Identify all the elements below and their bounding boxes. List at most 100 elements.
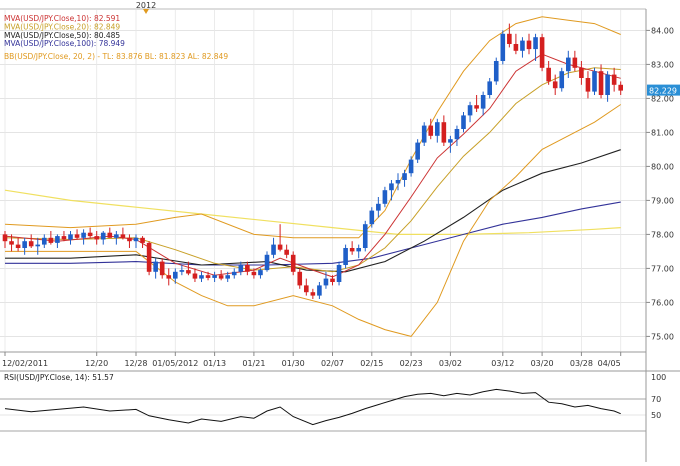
legend-entry-4: BB(USD/JPY.Close, 20, 2) - TL: 83.876 BL… (4, 52, 228, 61)
candle-body-54 (356, 248, 361, 252)
candle-body-16 (107, 232, 113, 238)
candle-body-45 (297, 271, 303, 286)
candle-body-4 (28, 241, 34, 247)
candle-body-62 (408, 159, 414, 174)
candle-body-65 (428, 125, 434, 136)
candle-body-29 (192, 273, 198, 279)
chart-svg: 2012 75.00 76.00 77.00 78.00 79.00 80.00 81.00… (0, 0, 680, 462)
candle-body-58 (382, 190, 388, 204)
candle-body-42 (277, 244, 283, 250)
candle-body-89 (585, 78, 591, 92)
candle-body-38 (251, 271, 257, 276)
x-tick-label-8: 02/15 (360, 359, 383, 368)
candle-body-70 (461, 115, 466, 129)
x-tick-label-0: 12/02/2011 (2, 359, 48, 368)
candle-body-35 (231, 271, 237, 276)
candle-body-44 (290, 254, 296, 272)
candle-body-2 (15, 244, 21, 248)
candle-body-67 (441, 122, 447, 143)
candle-body-26 (173, 271, 178, 279)
rsi-tick-label-1: 70 (651, 395, 661, 404)
candle-body-14 (94, 236, 99, 240)
candle-body-28 (186, 270, 191, 274)
candle-body-17 (114, 234, 119, 238)
candle-body-7 (48, 237, 54, 243)
candle-body-60 (395, 180, 401, 184)
candle-body-59 (389, 183, 394, 191)
candle-body-63 (415, 142, 420, 160)
candle-body-34 (225, 275, 230, 279)
y-tick-label-4: 79.00 (651, 196, 674, 205)
x-tick-label-3: 01/05/2012 (152, 359, 198, 368)
candle-body-79 (520, 40, 525, 51)
candle-body-10 (68, 234, 73, 240)
candle-body-46 (304, 285, 309, 293)
candle-body-22 (146, 242, 152, 272)
candle-body-47 (310, 292, 316, 296)
y-tick-label-7: 82.00 (651, 94, 674, 103)
candle-body-48 (317, 285, 322, 296)
candle-body-52 (343, 248, 348, 265)
x-tick-label-2: 12/28 (124, 359, 147, 368)
y-tick-label-3: 78.00 (651, 230, 674, 239)
candle-body-55 (362, 224, 368, 248)
candle-body-3 (22, 241, 27, 248)
candle-body-92 (605, 74, 610, 95)
candle-body-69 (454, 129, 460, 140)
rsi-tick-label-0: 50 (651, 411, 661, 420)
last-price-text: 82.229 (649, 87, 677, 96)
candle-body-36 (238, 265, 244, 272)
x-tick-label-9: 02/23 (400, 359, 423, 368)
candle-body-91 (598, 71, 604, 95)
candle-body-73 (480, 95, 486, 109)
candle-body-37 (245, 265, 250, 272)
candle-body-86 (566, 57, 571, 72)
candle-body-6 (42, 237, 47, 245)
last-price-tag: 82.229 (647, 84, 680, 96)
candle-body-27 (179, 270, 185, 272)
candle-body-13 (87, 232, 93, 237)
candle-body-20 (133, 237, 139, 242)
candle-body-9 (61, 236, 67, 240)
candle-body-53 (349, 248, 355, 252)
rsi-tick-label-2: 100 (651, 373, 666, 382)
candle-body-41 (271, 244, 276, 255)
legend-entry-3: MVA(USD/JPY.Close,100): 78.949 (4, 39, 125, 48)
candle-body-32 (212, 275, 217, 278)
candle-body-25 (166, 275, 172, 279)
x-tick-label-10: 03/02 (439, 359, 462, 368)
candle-body-75 (493, 61, 499, 82)
candle-body-84 (552, 81, 558, 89)
candle-body-94 (618, 84, 623, 91)
candle-body-77 (507, 33, 512, 44)
x-tick-label-11: 03/12 (491, 359, 514, 368)
x-tick-label-7: 02/07 (321, 359, 344, 368)
y-tick-label-5: 80.00 (651, 162, 674, 171)
candle-body-39 (258, 270, 263, 276)
x-tick-label-6: 01/30 (282, 359, 305, 368)
chart-background (0, 0, 680, 462)
candle-body-8 (55, 236, 60, 243)
candle-body-81 (533, 37, 538, 50)
year-marker-label: 2012 (136, 1, 156, 10)
candle-body-12 (81, 232, 86, 238)
x-tick-label-12: 03/20 (531, 359, 554, 368)
candle-body-49 (323, 278, 329, 286)
candle-body-74 (487, 81, 492, 95)
x-tick-label-4: 01/13 (203, 359, 226, 368)
candle-body-31 (205, 275, 211, 278)
candle-body-1 (9, 241, 14, 245)
candle-body-56 (369, 210, 375, 225)
candle-body-82 (539, 37, 545, 68)
rsi-legend: RSI(USD/JPY.Close, 14): 51.57 (4, 373, 114, 382)
candle-body-80 (526, 40, 532, 50)
candle-body-5 (35, 244, 41, 247)
candle-body-72 (474, 105, 479, 109)
candle-body-85 (559, 71, 565, 89)
candle-body-83 (546, 67, 551, 82)
candle-body-71 (467, 105, 473, 116)
candle-body-57 (376, 203, 381, 211)
y-tick-label-2: 77.00 (651, 264, 674, 273)
x-tick-label-1: 12/20 (85, 359, 108, 368)
x-tick-label-14: 04/05 (598, 359, 621, 368)
